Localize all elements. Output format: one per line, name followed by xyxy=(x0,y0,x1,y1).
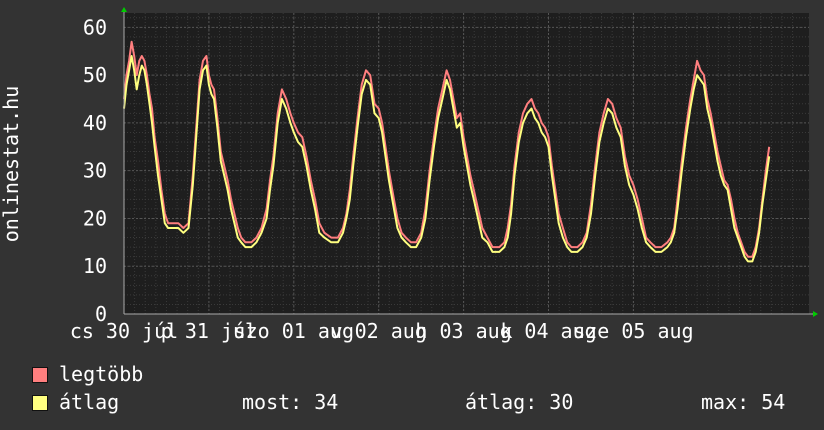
x-tick-label: h 03 aug xyxy=(415,319,511,343)
y-tick-label: 20 xyxy=(83,206,107,230)
y-tick-label: 50 xyxy=(83,63,107,87)
stat-max: max: 54 xyxy=(701,390,786,414)
x-tick-label: sze 05 aug xyxy=(573,319,693,343)
legend-label-avg: átlag xyxy=(59,390,120,414)
y-tick-label: 40 xyxy=(83,111,107,135)
y-tick-label: 30 xyxy=(83,159,107,183)
x-tick-label: v 02 aug xyxy=(331,319,427,343)
legend-item-avg: átlag most: 34 átlag: 30 max: 54 xyxy=(32,390,812,414)
legend-swatch-max xyxy=(32,367,48,383)
y-tick-label: 10 xyxy=(83,254,107,278)
legend-swatch-avg xyxy=(32,395,48,411)
y-axis-label: onlinestat.hu xyxy=(0,86,23,243)
x-axis-arrow xyxy=(813,311,818,317)
legend-label-max: legtöbb xyxy=(59,362,144,386)
stat-now: most: 34 xyxy=(242,390,339,414)
legend: legtöbb átlag most: 34 átlag: 30 max: 54 xyxy=(32,362,812,422)
y-tick-label: 60 xyxy=(83,15,107,39)
stat-avg: átlag: 30 xyxy=(465,390,574,414)
y-axis-arrow xyxy=(121,7,127,12)
